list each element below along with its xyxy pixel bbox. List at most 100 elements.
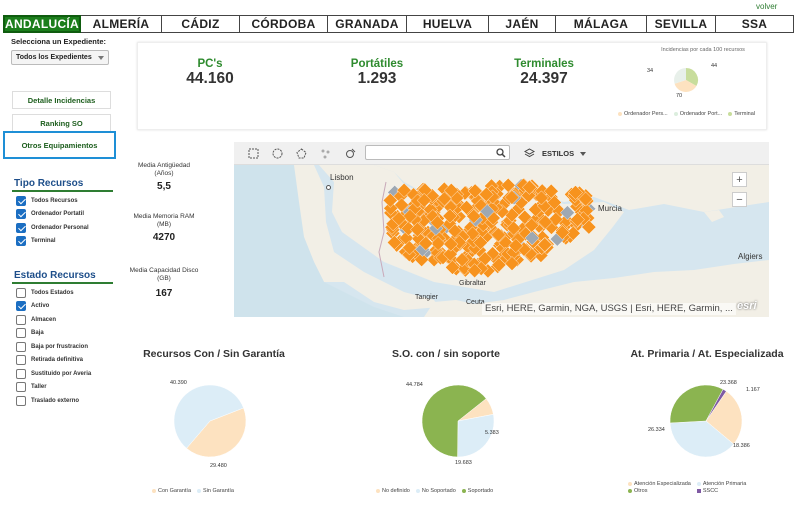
checkbox[interactable] xyxy=(16,195,26,206)
kpi-value: 24.397 xyxy=(520,70,568,87)
checkbox-row[interactable]: Activo xyxy=(16,300,91,314)
tab-huelva[interactable]: HUELVA xyxy=(407,15,489,33)
zoom-out-button[interactable]: − xyxy=(732,192,747,207)
checkbox-row[interactable]: Terminal xyxy=(16,235,89,249)
checkbox-row[interactable]: Almacen xyxy=(16,313,91,327)
search-icon[interactable] xyxy=(496,148,506,158)
nodes-icon[interactable] xyxy=(320,148,331,159)
ranking-so-button[interactable]: Ranking SO xyxy=(12,114,111,132)
stat-label: Media Memoria RAM xyxy=(133,213,195,220)
pie-value-label: 19.683 xyxy=(455,460,472,466)
checkbox-row[interactable]: Baja por frustracion xyxy=(16,340,91,354)
layers-icon[interactable] xyxy=(524,148,535,159)
map-search-input[interactable] xyxy=(365,145,510,160)
kpi-terminales: Terminales 24.397 xyxy=(494,58,594,88)
checkbox[interactable] xyxy=(16,301,26,312)
tab-jaén[interactable]: JAÉN xyxy=(489,15,556,33)
stat-ram: Media Memoria RAM (MB) 4270 xyxy=(128,213,200,243)
tab-cádiz[interactable]: CÁDIZ xyxy=(162,15,240,33)
checkbox-row[interactable]: Todos Recursos xyxy=(16,194,89,208)
checkbox-label: Almacen xyxy=(31,316,57,323)
checkbox[interactable] xyxy=(16,236,26,247)
zoom-in-button[interactable]: + xyxy=(732,172,747,187)
tab-córdoba[interactable]: CÓRDOBA xyxy=(240,15,328,33)
legend-label: Otros xyxy=(634,488,648,494)
chart-legend: Atención Especializada Atención Primaria O… xyxy=(628,481,752,494)
checkbox-row[interactable]: Ordenador Portatil xyxy=(16,208,89,222)
tab-almería[interactable]: ALMERÍA xyxy=(81,15,162,33)
province-tabs: ANDALUCÍA ALMERÍA CÁDIZ CÓRDOBA GRANADA HUELV… xyxy=(3,15,794,33)
clear-selection-icon[interactable] xyxy=(345,148,356,159)
pie-value-label: 23.368 xyxy=(720,380,737,386)
circle-select-icon[interactable] xyxy=(272,148,283,159)
legend-dot xyxy=(376,489,380,493)
legend-item[interactable]: Sin Garantía xyxy=(197,488,234,494)
checkbox[interactable] xyxy=(16,314,26,325)
legend-item[interactable]: No definido xyxy=(376,488,410,494)
legend-label: No definido xyxy=(382,488,410,494)
legend-item[interactable]: SSCC xyxy=(696,488,746,494)
legend-dot xyxy=(696,489,701,493)
checkbox-label: Todos Recursos xyxy=(31,197,78,204)
detalle-incidencias-button[interactable]: Detalle Incidencias xyxy=(12,91,111,109)
tab-sevilla[interactable]: SEVILLA xyxy=(647,15,716,33)
legend-dot xyxy=(728,112,733,116)
checkbox[interactable] xyxy=(16,222,26,233)
kpi-value: 1.293 xyxy=(357,70,397,87)
city-dot xyxy=(326,185,331,190)
chevron-down-icon xyxy=(98,56,104,60)
city-label: Murcia xyxy=(598,204,623,213)
legend-label: Soportado xyxy=(467,488,494,494)
legend-label: Ordenador Port... xyxy=(679,111,723,117)
tab-ssa[interactable]: SSA xyxy=(716,15,794,33)
checkbox-label: Terminal xyxy=(31,238,56,245)
legend-dot xyxy=(152,489,156,493)
checkbox[interactable] xyxy=(16,341,26,352)
checkbox-row[interactable]: Todos Estados xyxy=(16,286,91,300)
stat-value: 4270 xyxy=(152,232,176,243)
pie-value-label: 18.386 xyxy=(733,443,750,449)
tab-granada[interactable]: GRANADA xyxy=(328,15,407,33)
legend-item[interactable]: Con Garantía xyxy=(152,488,191,494)
city-label: Algiers xyxy=(738,252,763,261)
otros-equipamientos-button[interactable]: Otros Equipamientos xyxy=(3,131,116,159)
map-canvas xyxy=(234,165,769,317)
legend-item[interactable]: No Soportado xyxy=(415,488,456,494)
polygon-select-icon[interactable] xyxy=(296,148,307,159)
tipo-recursos-list: Todos Recursos Ordenador Portatil Ordenado… xyxy=(16,194,89,248)
legend-dot xyxy=(461,489,466,493)
mini-label: 44 xyxy=(711,63,718,69)
checkbox-label: Ordenador Portatil xyxy=(31,211,85,218)
stat-antiguedad: Media Antigüedad (Años) 5,5 xyxy=(128,162,200,192)
checkbox[interactable] xyxy=(16,209,26,220)
checkbox-row[interactable]: Ordenador Personal xyxy=(16,221,89,235)
stat-unit: (GB) xyxy=(157,275,171,282)
pie-value-label: 1.167 xyxy=(746,387,760,393)
legend-item[interactable]: Atención Primaria xyxy=(696,481,746,487)
rectangle-select-icon[interactable] xyxy=(248,148,259,159)
stat-value: 5,5 xyxy=(157,181,171,192)
legend-label: Terminal xyxy=(734,111,756,117)
select-label: Selecciona un Expediente: xyxy=(11,37,107,46)
legend-item[interactable]: Atención Especializada xyxy=(628,481,691,487)
tab-málaga[interactable]: MÁLAGA xyxy=(556,15,647,33)
city-label: Tangier xyxy=(415,294,438,301)
checkbox[interactable] xyxy=(16,287,26,298)
stat-value: 167 xyxy=(155,288,173,299)
legend-dot xyxy=(415,489,420,493)
estilos-button[interactable]: ESTILOS xyxy=(542,149,574,158)
legend-item[interactable]: Otros xyxy=(628,488,691,494)
tab-andalucía[interactable]: ANDALUCÍA xyxy=(3,15,81,33)
esri-logo: esri xyxy=(737,300,757,312)
legend-item[interactable]: Soportado xyxy=(461,488,494,494)
checkbox-row[interactable]: Baja xyxy=(16,327,91,341)
pie-value-label: 26.334 xyxy=(648,427,665,433)
checkbox-label: Activo xyxy=(31,303,50,310)
legend-label: Con Garantía xyxy=(158,488,192,494)
expediente-select[interactable]: Todos los Expedientes xyxy=(11,50,109,65)
checkbox[interactable] xyxy=(16,328,26,339)
volver-link[interactable]: volver xyxy=(756,2,777,11)
chart-legend: Con Garantía Sin Garantía xyxy=(152,488,240,494)
map-view[interactable]: Lisbon Murcia Algiers Gibraltar Tangier … xyxy=(234,142,769,317)
map-attribution: Esri, HERE, Garmin, NGA, USGS | Esri, HE… xyxy=(482,303,736,315)
